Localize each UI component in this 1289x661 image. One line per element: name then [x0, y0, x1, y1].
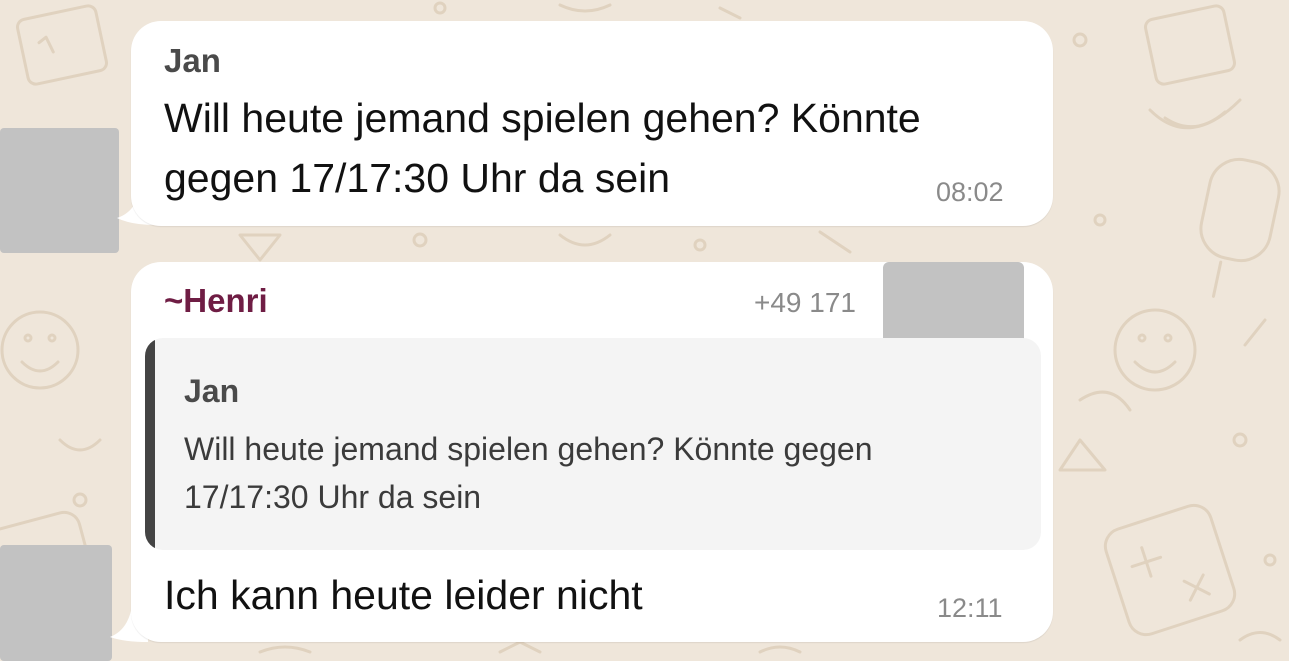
- quoted-message[interactable]: Jan Will heute jemand spielen gehen? Kön…: [145, 338, 1041, 550]
- message-text-line-1: Will heute jemand spielen gehen? Könnte: [164, 95, 921, 141]
- sender-avatar[interactable]: [0, 128, 119, 253]
- sender-phone-number[interactable]: +49 171: [754, 287, 856, 319]
- message-text-line-2: gegen 17/17:30 Uhr da sein: [164, 155, 671, 201]
- sender-prefix: ~: [164, 282, 184, 319]
- quoted-text-line-1: Will heute jemand spielen gehen? Könnte …: [184, 431, 873, 467]
- message-text: Ich kann heute leider nicht: [164, 572, 643, 618]
- quote-accent-bar: [145, 338, 155, 550]
- redacted-phone-box: [883, 262, 1024, 346]
- message-timestamp: 12:11: [937, 593, 1003, 623]
- message-sender[interactable]: ~Henri: [164, 282, 268, 320]
- sender-avatar[interactable]: [0, 545, 112, 661]
- message-sender[interactable]: Jan: [164, 42, 221, 80]
- message-timestamp: 08:02: [936, 177, 1004, 207]
- quoted-text-line-2: 17/17:30 Uhr da sein: [184, 479, 482, 515]
- sender-name: Henri: [183, 282, 268, 319]
- quoted-sender: Jan: [184, 373, 240, 409]
